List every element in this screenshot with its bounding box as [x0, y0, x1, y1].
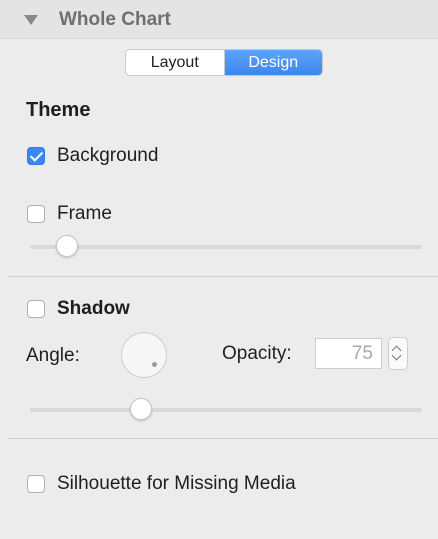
frame-option[interactable]: Frame [27, 203, 112, 225]
shadow-checkbox[interactable] [27, 300, 45, 318]
background-label: Background [57, 145, 159, 166]
inspector-panel: Whole Chart Layout Design Theme Backgrou… [0, 0, 438, 539]
shadow-label: Shadow [57, 298, 130, 319]
frame-slider-knob[interactable] [56, 235, 78, 257]
disclosure-triangle-icon[interactable] [24, 15, 38, 25]
missing-media-label: Silhouette for Missing Media [57, 473, 296, 494]
shadow-slider[interactable] [30, 398, 422, 420]
section-title: Whole Chart [59, 9, 171, 30]
missing-media-checkbox[interactable] [27, 475, 45, 493]
frame-slider[interactable] [30, 235, 422, 257]
frame-slider-track [30, 245, 422, 249]
tab-design[interactable]: Design [224, 50, 322, 75]
background-checkbox[interactable] [27, 147, 45, 165]
shadow-slider-track [30, 408, 422, 412]
opacity-stepper[interactable] [388, 337, 408, 370]
angle-dial[interactable] [121, 332, 167, 378]
tab-layout[interactable]: Layout [126, 50, 225, 75]
tab-switcher: Layout Design [125, 49, 323, 76]
frame-label: Frame [57, 203, 112, 224]
opacity-label: Opacity: [222, 343, 292, 364]
angle-label: Angle: [26, 345, 80, 366]
opacity-field[interactable]: 75 [315, 338, 382, 369]
background-option[interactable]: Background [27, 145, 158, 167]
angle-indicator-icon [152, 362, 157, 367]
section-header[interactable]: Whole Chart [0, 0, 438, 39]
missing-media-option[interactable]: Silhouette for Missing Media [27, 473, 296, 495]
chevron-down-icon[interactable] [391, 350, 402, 361]
theme-heading: Theme [26, 99, 91, 121]
frame-checkbox[interactable] [27, 205, 45, 223]
shadow-option[interactable]: Shadow [27, 298, 130, 320]
shadow-slider-knob[interactable] [130, 398, 152, 420]
divider [8, 438, 438, 439]
divider [8, 276, 438, 277]
